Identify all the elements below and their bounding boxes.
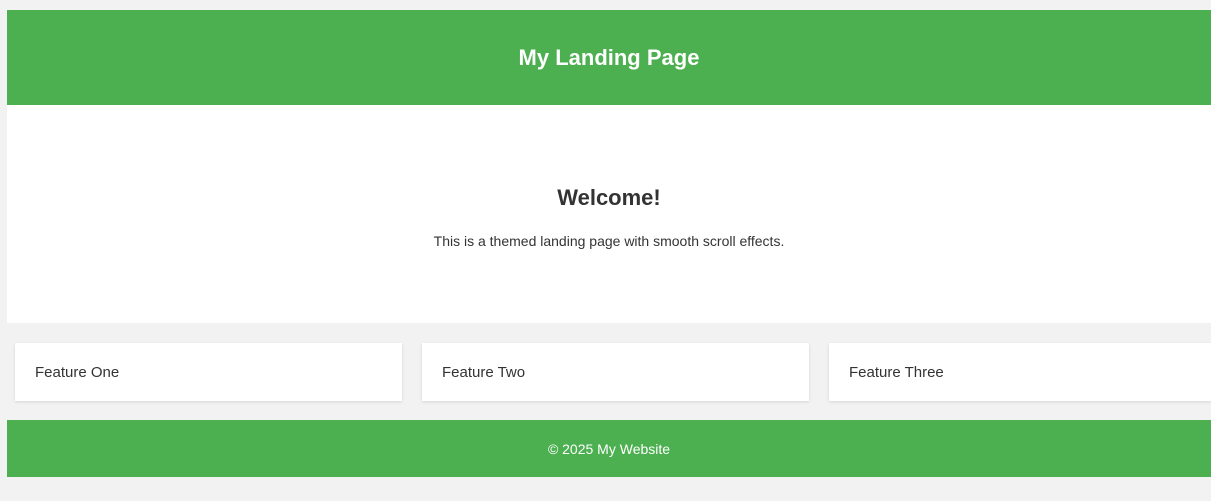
feature-card-label: Feature Two bbox=[442, 363, 526, 381]
site-footer: © 2025 My Website bbox=[7, 420, 1211, 477]
features-section: Feature One Feature Two Feature Three bbox=[7, 323, 1211, 420]
feature-card-two: Feature Two bbox=[422, 343, 809, 401]
landing-page: My Landing Page Welcome! This is a theme… bbox=[0, 0, 1211, 501]
page-title: My Landing Page bbox=[518, 44, 700, 70]
hero-title: Welcome! bbox=[557, 185, 661, 210]
feature-card-label: Feature One bbox=[35, 363, 120, 381]
feature-card-three: Feature Three bbox=[829, 343, 1211, 401]
site-header: My Landing Page bbox=[7, 10, 1211, 105]
feature-card-one: Feature One bbox=[15, 343, 402, 401]
hero-description: This is a themed landing page with smoot… bbox=[433, 233, 785, 249]
hero-section: Welcome! This is a themed landing page w… bbox=[7, 105, 1211, 323]
copyright-text: © 2025 My Website bbox=[547, 440, 671, 457]
feature-card-label: Feature Three bbox=[849, 363, 944, 381]
